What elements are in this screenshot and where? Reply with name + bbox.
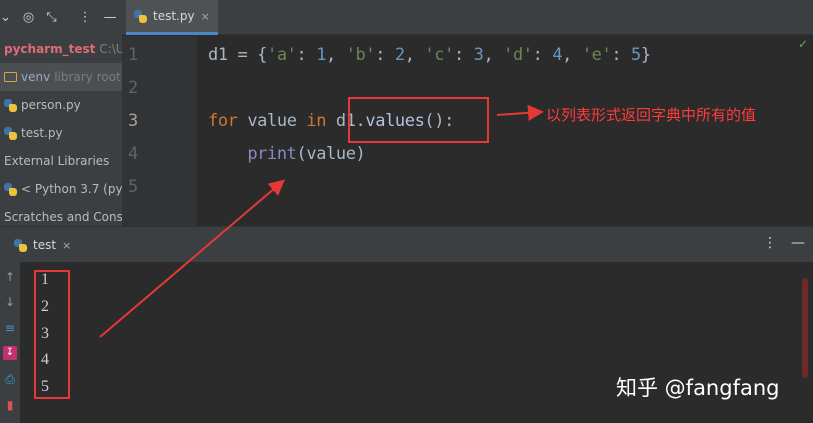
code-token: , [483,45,504,65]
code-token: } [640,45,651,65]
tree-item-label: venv [21,70,51,84]
folder-icon [4,72,17,82]
code-token: value [237,111,307,131]
run-panel-header: test × ⋮ — [0,226,813,262]
tree-item-label: Scratches and Conso [4,210,122,224]
up-arrow-icon[interactable]: ↑ [3,270,17,284]
watermark: 知乎 @fangfang [616,376,780,400]
code-token: 4 [552,45,563,65]
python-icon [134,9,147,23]
tree-item-hint: library root [54,70,121,84]
inspection-ok-icon[interactable]: ✓ [798,37,808,51]
code-token: 'a' [267,45,297,65]
python-icon [14,238,27,252]
collapse-icon[interactable]: ⌄ [0,11,11,24]
scroll-to-end-icon[interactable]: ↧ [3,346,17,360]
code-token: : [611,45,632,65]
tab-label: test.py [153,9,195,23]
close-icon[interactable]: × [62,239,71,252]
tree-item-external-libraries[interactable]: External Libraries [0,147,122,175]
highlight-box-output [34,270,70,399]
more-vert-icon[interactable]: ⋮ [79,11,92,24]
python-icon [4,182,17,196]
project-tree: pycharm_test C:\Us venv library root per… [0,35,122,226]
close-icon[interactable]: × [201,10,210,23]
tree-item-label: < Python 3.7 (pyc [21,182,122,196]
trash-icon[interactable]: ▮ [3,398,17,412]
code-token: d1 = { [208,45,268,65]
line-number: 4 [128,144,139,164]
code-line-4: print(value) [208,144,365,164]
code-token: : [532,45,553,65]
tree-item-label: test.py [21,126,63,140]
tree-item-label: External Libraries [4,154,110,168]
tree-item-python-sdk[interactable]: < Python 3.7 (pyc [0,175,122,203]
code-token: 5 [631,45,641,65]
code-token: (value) [296,144,366,164]
line-number: 2 [128,78,139,98]
code-token: , [326,45,346,65]
target-icon[interactable]: ◎ [23,11,34,24]
tree-item-person-py[interactable]: person.py [0,91,122,119]
code-token: : [375,45,395,65]
line-number: 5 [128,177,139,197]
code-token: , [404,45,425,65]
minimize-icon[interactable]: — [104,11,117,24]
code-token: : [453,45,474,65]
line-number: 3 [128,111,139,131]
minimize-icon[interactable]: — [791,235,805,251]
tab-run-test[interactable]: test × [14,227,71,263]
code-token: 'd' [503,45,533,65]
console-scrollbar[interactable] [802,278,808,378]
print-icon[interactable]: ⎙ [3,372,17,386]
code-token: , [562,45,582,65]
run-toolbar: ↑ ↓ ≡ ↧ ⎙ ▮ [0,262,20,423]
code-token: 1 [316,45,327,65]
soft-wrap-icon[interactable]: ≡ [3,321,17,335]
editor-tab-strip: test.py × [122,0,813,35]
tree-item-project-root[interactable]: pycharm_test C:\Us [0,35,122,63]
code-token: : [296,45,317,65]
code-token: in [306,111,327,131]
collapse-arrows-icon[interactable]: ⤡ [46,11,56,24]
tree-item-label: pycharm_test [4,42,96,56]
code-token: print [247,144,297,164]
annotation-text: 以列表形式返回字典中所有的值 [546,106,757,124]
python-icon [4,126,17,140]
line-gutter: 1 2 3 4 5 [122,36,197,226]
tree-item-venv[interactable]: venv library root [0,63,122,91]
highlight-box-values-call [348,97,489,143]
tab-label: test [33,238,57,252]
code-editor[interactable]: d1 = {'a': 1, 'b': 2, 'c': 3, 'd': 4, 'e… [197,36,813,226]
code-token: 'e' [581,45,612,65]
code-token: for [208,111,238,131]
code-token: 'b' [345,45,376,65]
more-vert-icon[interactable]: ⋮ [763,235,777,251]
line-number: 1 [128,45,139,65]
down-arrow-icon[interactable]: ↓ [3,295,17,309]
tree-item-test-py[interactable]: test.py [0,119,122,147]
code-token: 3 [473,45,484,65]
code-line-1: d1 = {'a': 1, 'b': 2, 'c': 3, 'd': 4, 'e… [208,45,651,65]
project-toolbar: ⌄ ◎ ⤡ ⋮ — [0,0,122,35]
python-icon [4,98,17,112]
tree-item-scratches[interactable]: Scratches and Conso [0,203,122,226]
code-token: 2 [394,45,405,65]
tree-item-label: person.py [21,98,81,112]
tree-item-path: C:\Us [99,42,122,56]
code-token: 'c' [424,45,454,65]
tab-test-py[interactable]: test.py × [126,0,218,35]
